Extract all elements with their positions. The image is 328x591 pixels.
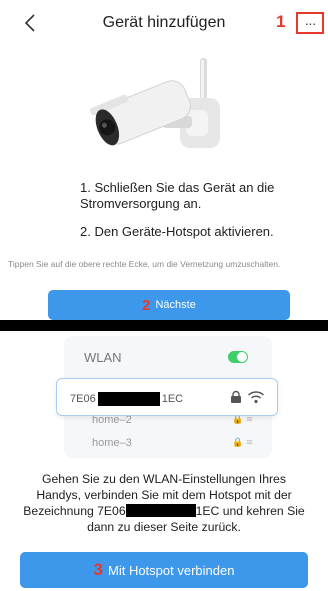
wifi-icon: 🔒 ≋ (232, 437, 254, 447)
hotspot-network-row: 7E06 1EC (56, 378, 278, 416)
lock-icon (231, 390, 241, 403)
step-power: 1. Schließen Sie das Gerät an die Stromv… (80, 180, 275, 211)
camera-image (90, 58, 220, 148)
hotspot-instruction: Gehen Sie zu den WLAN-Einstellungen Ihre… (22, 471, 306, 535)
ssid-suffix: 1EC (161, 393, 184, 405)
redaction-bar (125, 504, 196, 517)
step-hotspot: 2. Den Geräte-Hotspot aktivieren. (80, 224, 274, 239)
header: Gerät hinzufügen 1 ··· (0, 0, 328, 44)
annotation-marker-3: 3 (93, 560, 103, 579)
connect-hotspot-button[interactable]: 3 Mit Hotspot verbinden (20, 552, 308, 588)
annotation-marker-1: 1 (276, 12, 286, 31)
redaction-bar (97, 392, 160, 406)
wlan-label: WLAN (84, 350, 122, 365)
wlan-toggle (228, 351, 248, 363)
wifi-icon (247, 391, 265, 404)
screenshot-divider (0, 320, 328, 331)
setup-steps: 1. Schließen Sie das Gerät an die Stromv… (80, 180, 290, 240)
network-switch-hint: Tippen Sie auf die obere rechte Ecke, um… (8, 259, 281, 269)
hotspot-ssid: 7E06 1EC (70, 392, 183, 406)
annotation-marker-2: 2 (142, 296, 151, 314)
network-home3-label: home–3 (92, 437, 132, 449)
ssid-prefix: 7E06 (70, 393, 96, 405)
connect-hotspot-label: Mit Hotspot verbinden (108, 562, 235, 578)
next-button[interactable]: 2 Nächste (48, 290, 290, 320)
more-options-button[interactable]: ··· (296, 12, 324, 34)
next-button-label: Nächste (155, 299, 196, 311)
